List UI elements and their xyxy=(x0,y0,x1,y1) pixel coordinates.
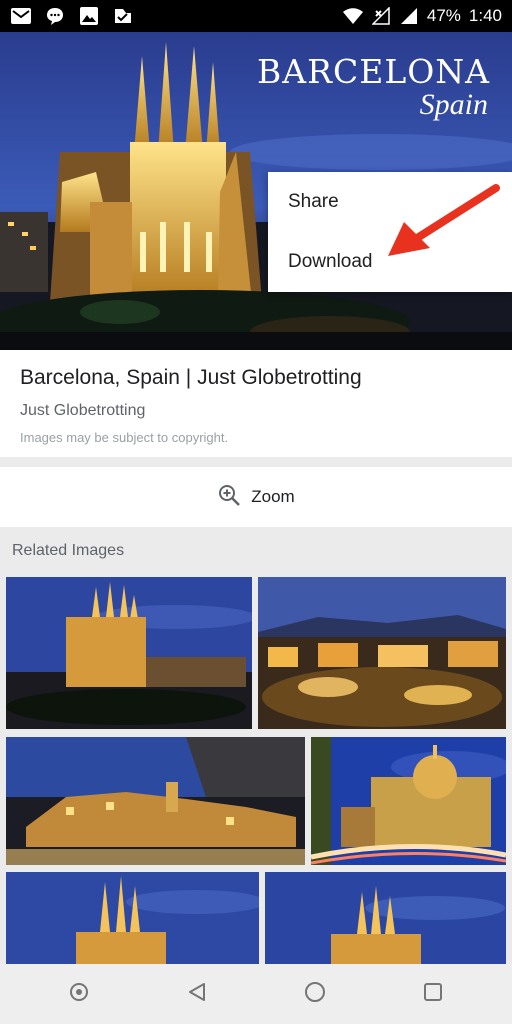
signal-icon xyxy=(399,6,419,26)
home-icon xyxy=(303,980,327,1009)
related-image-thumb[interactable] xyxy=(258,577,506,729)
related-image-thumb[interactable] xyxy=(265,872,506,964)
related-image-thumb[interactable] xyxy=(6,872,259,964)
metropolis-building-thumb xyxy=(311,737,506,865)
back-icon xyxy=(186,981,208,1008)
related-image-thumb[interactable] xyxy=(6,577,252,729)
photos-icon xyxy=(78,6,100,26)
hero-overlay-title: BARCELONA xyxy=(257,52,490,91)
sagrada-familia-thumb xyxy=(265,872,506,964)
sagrada-familia-thumb xyxy=(6,577,252,729)
system-nav-bar xyxy=(0,964,512,1024)
image-source[interactable]: Just Globetrotting xyxy=(20,402,492,420)
related-image-thumb[interactable] xyxy=(311,737,506,865)
related-images-heading: Related Images xyxy=(12,542,125,559)
zoom-label: Zoom xyxy=(251,487,295,506)
zoom-button[interactable]: Zoom xyxy=(0,467,512,527)
home-button[interactable] xyxy=(295,974,335,1014)
image-info-card: Barcelona, Spain | Just Globetrotting Ju… xyxy=(0,350,512,457)
copyright-note: Images may be subject to copyright. xyxy=(20,430,229,445)
assistant-button[interactable] xyxy=(59,974,99,1014)
messages-icon xyxy=(44,6,66,26)
image-title[interactable]: Barcelona, Spain | Just Globetrotting xyxy=(20,366,492,390)
recents-button[interactable] xyxy=(413,974,453,1014)
recents-icon xyxy=(422,981,444,1008)
hero-overlay-subtitle: Spain xyxy=(419,88,488,121)
zoom-in-icon xyxy=(217,483,241,512)
coastal-castle-thumb xyxy=(6,737,305,865)
signal-off-icon xyxy=(371,6,391,26)
clock: 1:40 xyxy=(468,6,502,25)
related-image-thumb[interactable] xyxy=(6,737,305,865)
sagrada-familia-thumb xyxy=(6,872,259,964)
back-button[interactable] xyxy=(177,974,217,1014)
gmail-icon xyxy=(10,6,32,26)
check-badge-icon xyxy=(112,6,134,26)
barcelona-skyline-thumb xyxy=(258,577,506,729)
assistant-icon xyxy=(68,981,90,1008)
battery-percent: 47% xyxy=(426,6,461,25)
red-arrow-annotation xyxy=(388,184,500,256)
wifi-icon xyxy=(342,6,363,26)
status-bar: 47% 1:40 xyxy=(0,0,512,32)
